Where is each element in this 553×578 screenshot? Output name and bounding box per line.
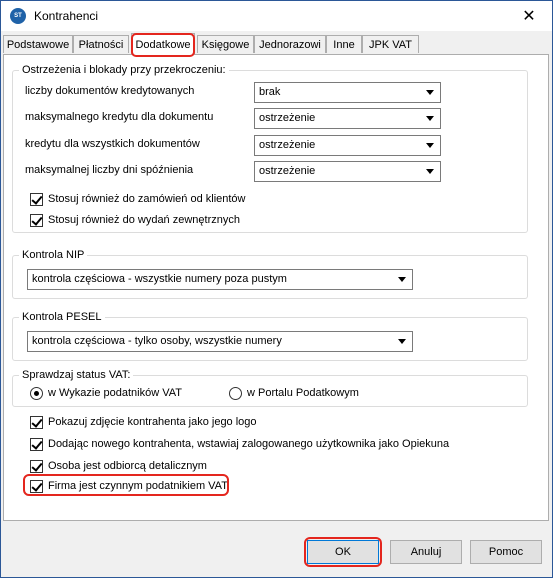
all-docs-credit-label: kredytu dla wszystkich dokumentów [25, 138, 200, 150]
apply-to-external-issues-label: Stosuj również do wydań zewnętrznych [48, 214, 240, 226]
pesel-control-select[interactable]: kontrola częściowa - tylko osoby, wszyst… [27, 331, 413, 352]
checkbox-checked-icon [30, 438, 43, 451]
active-vat-payer-label: Firma jest czynnym podatnikiem VAT [48, 480, 228, 492]
credit-docs-count-select[interactable]: brak [254, 82, 441, 103]
max-delay-days-value: ostrzeżenie [259, 165, 316, 177]
max-doc-credit-label: maksymalnego kredytu dla dokumentu [25, 111, 214, 123]
tax-portal-radio[interactable]: w Portalu Podatkowym [229, 386, 399, 402]
vat-status-legend: Sprawdzaj status VAT: [19, 369, 134, 381]
retail-recipient-checkbox[interactable]: Osoba jest odbiorcą detalicznym [30, 459, 330, 475]
apply-to-orders-checkbox[interactable]: Stosuj również do zamówień od klientów [30, 192, 430, 208]
chevron-down-icon [426, 116, 434, 121]
max-delay-days-label: maksymalnej liczby dni spóźnienia [25, 164, 194, 176]
tax-portal-label: w Portalu Podatkowym [247, 387, 359, 399]
chevron-down-icon [398, 277, 406, 282]
title-bar: ST Kontrahenci ✕ [1, 1, 552, 31]
checkbox-checked-icon [30, 480, 43, 493]
tab-jednorazowi[interactable]: Jednorazowi [254, 35, 326, 53]
pesel-control-value: kontrola częściowa - tylko osoby, wszyst… [32, 335, 282, 347]
app-logo-icon: ST [10, 8, 26, 24]
vat-registry-radio[interactable]: w Wykazie podatników VAT [30, 386, 220, 402]
vat-registry-label: w Wykazie podatników VAT [48, 387, 182, 399]
tab-podstawowe[interactable]: Podstawowe [3, 35, 73, 53]
dialog-window: ST Kontrahenci ✕ Podstawowe Płatności Do… [0, 0, 553, 578]
apply-to-external-issues-checkbox[interactable]: Stosuj również do wydań zewnętrznych [30, 213, 430, 229]
show-photo-as-logo-label: Pokazuj zdjęcie kontrahenta jako jego lo… [48, 416, 257, 428]
chevron-down-icon [426, 143, 434, 148]
max-doc-credit-select[interactable]: ostrzeżenie [254, 108, 441, 129]
tab-jpk-vat[interactable]: JPK VAT [362, 35, 419, 53]
show-photo-as-logo-checkbox[interactable]: Pokazuj zdjęcie kontrahenta jako jego lo… [30, 415, 470, 431]
retail-recipient-label: Osoba jest odbiorcą detalicznym [48, 460, 207, 472]
tab-panel-dodatkowe: Ostrzeżenia i blokady przy przekroczeniu… [3, 54, 549, 521]
checkbox-checked-icon [30, 193, 43, 206]
vat-status-group: Sprawdzaj status VAT: w Wykazie podatnik… [12, 369, 528, 407]
chevron-down-icon [426, 90, 434, 95]
chevron-down-icon [398, 339, 406, 344]
window-title: Kontrahenci [34, 9, 99, 23]
checkbox-checked-icon [30, 416, 43, 429]
credit-docs-count-label: liczby dokumentów kredytowanych [25, 85, 195, 97]
tab-platnosci[interactable]: Płatności [73, 35, 129, 53]
all-docs-credit-select[interactable]: ostrzeżenie [254, 135, 441, 156]
assign-logged-user-checkbox[interactable]: Dodając nowego kontrahenta, wstawiaj zal… [30, 437, 530, 453]
tab-ksiegowe[interactable]: Księgowe [197, 35, 254, 53]
tab-inne[interactable]: Inne [326, 35, 362, 53]
chevron-down-icon [426, 169, 434, 174]
help-button[interactable]: Pomoc [470, 540, 542, 564]
radio-unselected-icon [229, 387, 242, 400]
pesel-legend: Kontrola PESEL [19, 311, 105, 323]
nip-group: Kontrola NIP kontrola częściowa - wszyst… [12, 249, 528, 299]
checkbox-checked-icon [30, 214, 43, 227]
credit-docs-count-value: brak [259, 86, 281, 98]
warnings-group: Ostrzeżenia i blokady przy przekroczeniu… [12, 64, 528, 233]
warnings-legend: Ostrzeżenia i blokady przy przekroczeniu… [19, 64, 229, 76]
max-delay-days-select[interactable]: ostrzeżenie [254, 161, 441, 182]
all-docs-credit-value: ostrzeżenie [259, 139, 316, 151]
cancel-button[interactable]: Anuluj [390, 540, 462, 564]
nip-control-value: kontrola częściowa - wszystkie numery po… [32, 273, 287, 285]
ok-button[interactable]: OK [307, 540, 379, 564]
nip-legend: Kontrola NIP [19, 249, 88, 261]
active-vat-payer-checkbox[interactable]: Firma jest czynnym podatnikiem VAT [30, 479, 330, 495]
max-doc-credit-value: ostrzeżenie [259, 112, 316, 124]
radio-selected-icon [30, 387, 43, 400]
nip-control-select[interactable]: kontrola częściowa - wszystkie numery po… [27, 269, 413, 290]
assign-logged-user-label: Dodając nowego kontrahenta, wstawiaj zal… [48, 438, 450, 450]
checkbox-checked-icon [30, 460, 43, 473]
tab-dodatkowe[interactable]: Dodatkowe [131, 33, 195, 57]
close-icon[interactable]: ✕ [506, 1, 552, 31]
pesel-group: Kontrola PESEL kontrola częściowa - tylk… [12, 311, 528, 361]
apply-to-orders-label: Stosuj również do zamówień od klientów [48, 193, 246, 205]
